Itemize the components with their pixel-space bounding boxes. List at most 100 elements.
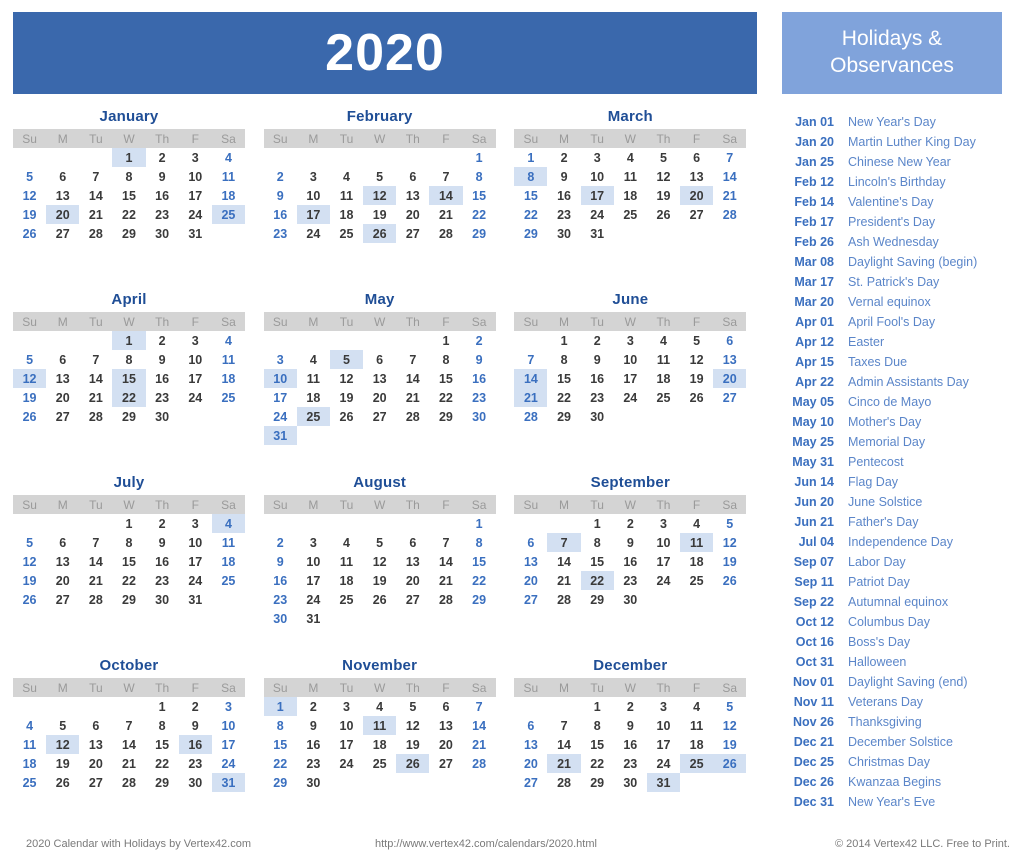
day-cell[interactable]: 1 (146, 697, 179, 716)
day-cell[interactable]: 17 (647, 735, 680, 754)
day-cell-highlighted[interactable]: 26 (396, 754, 430, 773)
day-cell[interactable]: 2 (547, 148, 580, 167)
day-cell[interactable]: 19 (13, 205, 46, 224)
day-cell[interactable]: 12 (713, 716, 746, 735)
day-cell-highlighted[interactable]: 20 (46, 205, 80, 224)
day-cell[interactable]: 9 (146, 533, 179, 552)
day-cell[interactable]: 3 (212, 697, 245, 716)
day-cell[interactable]: 15 (112, 186, 145, 205)
day-cell[interactable]: 5 (13, 533, 46, 552)
day-cell[interactable]: 5 (713, 697, 746, 716)
day-cell[interactable]: 13 (680, 167, 713, 186)
day-cell[interactable]: 21 (713, 186, 746, 205)
day-cell[interactable]: 20 (396, 571, 429, 590)
day-cell[interactable]: 27 (514, 773, 547, 792)
day-cell-highlighted[interactable]: 20 (713, 369, 747, 388)
day-cell[interactable]: 29 (429, 407, 462, 426)
day-cell[interactable]: 10 (330, 716, 363, 735)
day-cell-highlighted[interactable]: 12 (363, 186, 397, 205)
day-cell[interactable]: 2 (146, 148, 179, 167)
day-cell-highlighted[interactable]: 10 (263, 369, 297, 388)
day-cell[interactable]: 5 (46, 716, 79, 735)
day-cell[interactable]: 18 (680, 735, 713, 754)
day-cell[interactable]: 5 (396, 697, 429, 716)
day-cell-highlighted[interactable]: 25 (211, 205, 245, 224)
day-cell[interactable]: 8 (581, 716, 614, 735)
day-cell-highlighted[interactable]: 31 (263, 426, 297, 445)
day-cell[interactable]: 14 (429, 552, 462, 571)
day-cell-highlighted[interactable]: 1 (112, 331, 146, 350)
day-cell[interactable]: 13 (396, 186, 429, 205)
day-cell[interactable]: 18 (212, 369, 245, 388)
day-cell[interactable]: 6 (363, 350, 396, 369)
day-cell[interactable]: 9 (297, 716, 330, 735)
day-cell-highlighted[interactable]: 21 (514, 388, 548, 407)
day-cell[interactable]: 6 (713, 331, 746, 350)
day-cell[interactable]: 22 (463, 205, 496, 224)
day-cell[interactable]: 29 (581, 773, 614, 792)
day-cell[interactable]: 22 (112, 205, 145, 224)
day-cell[interactable]: 14 (79, 552, 112, 571)
day-cell[interactable]: 15 (463, 186, 496, 205)
day-cell[interactable]: 6 (680, 148, 713, 167)
day-cell[interactable]: 30 (547, 224, 580, 243)
day-cell[interactable]: 17 (330, 735, 363, 754)
day-cell-highlighted[interactable]: 16 (178, 735, 212, 754)
day-cell[interactable]: 29 (112, 224, 145, 243)
day-cell[interactable]: 24 (179, 571, 212, 590)
day-cell[interactable]: 18 (680, 552, 713, 571)
day-cell[interactable]: 30 (614, 773, 647, 792)
day-cell[interactable]: 7 (429, 533, 462, 552)
day-cell[interactable]: 11 (297, 369, 330, 388)
day-cell[interactable]: 9 (146, 167, 179, 186)
day-cell[interactable]: 25 (680, 571, 713, 590)
day-cell[interactable]: 26 (713, 571, 746, 590)
day-cell[interactable]: 1 (112, 514, 145, 533)
day-cell[interactable]: 17 (297, 571, 330, 590)
day-cell[interactable]: 3 (179, 331, 212, 350)
day-cell[interactable]: 19 (680, 369, 713, 388)
day-cell[interactable]: 16 (146, 552, 179, 571)
day-cell[interactable]: 30 (581, 407, 614, 426)
day-cell[interactable]: 4 (13, 716, 46, 735)
day-cell[interactable]: 10 (647, 716, 680, 735)
day-cell[interactable]: 15 (429, 369, 462, 388)
day-cell[interactable]: 26 (330, 407, 363, 426)
day-cell[interactable]: 18 (13, 754, 46, 773)
day-cell[interactable]: 27 (396, 224, 429, 243)
day-cell[interactable]: 11 (330, 186, 363, 205)
day-cell[interactable]: 12 (396, 716, 429, 735)
day-cell[interactable]: 18 (614, 186, 647, 205)
day-cell[interactable]: 16 (146, 369, 179, 388)
day-cell-highlighted[interactable]: 11 (680, 533, 714, 552)
day-cell[interactable]: 23 (264, 224, 297, 243)
day-cell-highlighted[interactable]: 25 (680, 754, 714, 773)
day-cell-highlighted[interactable]: 8 (514, 167, 548, 186)
day-cell[interactable]: 13 (46, 369, 79, 388)
day-cell[interactable]: 16 (581, 369, 614, 388)
day-cell[interactable]: 6 (429, 697, 462, 716)
day-cell-highlighted[interactable]: 31 (646, 773, 681, 792)
day-cell[interactable]: 14 (547, 735, 580, 754)
day-cell[interactable]: 10 (297, 186, 330, 205)
day-cell[interactable]: 28 (514, 407, 547, 426)
day-cell[interactable]: 17 (179, 186, 212, 205)
day-cell[interactable]: 4 (647, 331, 680, 350)
day-cell-highlighted[interactable]: 1 (263, 697, 297, 716)
day-cell[interactable]: 12 (647, 167, 680, 186)
day-cell[interactable]: 11 (680, 716, 713, 735)
day-cell[interactable]: 4 (297, 350, 330, 369)
day-cell[interactable]: 31 (179, 224, 212, 243)
day-cell[interactable]: 24 (179, 205, 212, 224)
day-cell[interactable]: 24 (264, 407, 297, 426)
day-cell[interactable]: 8 (463, 167, 496, 186)
day-cell[interactable]: 21 (79, 571, 112, 590)
day-cell[interactable]: 22 (146, 754, 179, 773)
day-cell[interactable]: 15 (581, 552, 614, 571)
day-cell[interactable]: 13 (46, 552, 79, 571)
day-cell[interactable]: 4 (330, 533, 363, 552)
day-cell[interactable]: 19 (46, 754, 79, 773)
day-cell[interactable]: 6 (514, 533, 547, 552)
day-cell[interactable]: 11 (614, 167, 647, 186)
day-cell[interactable]: 7 (112, 716, 145, 735)
